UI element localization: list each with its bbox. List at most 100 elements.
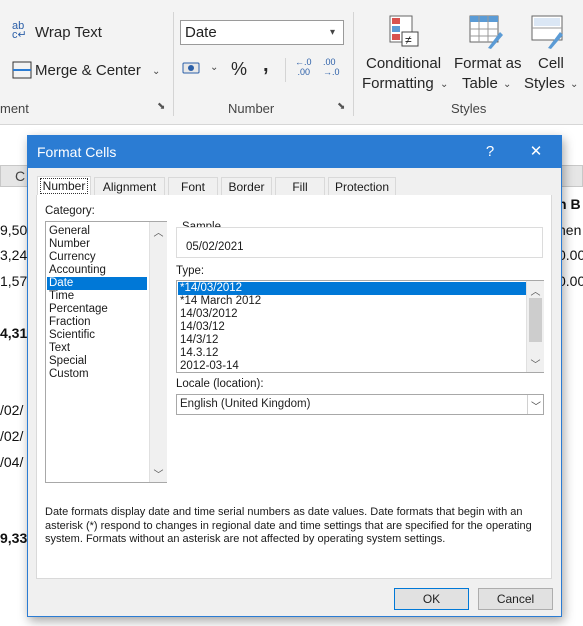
decrease-decimal-button[interactable]: .00 →.0 [323,57,345,81]
number-format-value: Date [185,24,217,41]
sheet-cell[interactable]: 3,24 [0,247,27,263]
help-button[interactable]: ? [480,143,500,160]
category-item-selected[interactable]: Date [47,277,147,290]
format-as-table-button[interactable]: Format as Table ⌄ [452,12,522,94]
category-item[interactable]: Percentage [47,303,147,316]
format-description: Date formats display date and time seria… [45,506,532,545]
scroll-up-icon[interactable]: ︿ [527,283,544,298]
sheet-cell[interactable]: /04/ [0,454,23,470]
sheet-cell[interactable]: 9,33 [0,530,27,546]
svg-text:≠: ≠ [405,33,412,47]
conditional-formatting-label-2: Formatting [362,75,434,92]
wrap-text-label: Wrap Text [35,24,102,41]
tab-alignment[interactable]: Alignment [94,177,165,195]
cell-styles-label-2: Styles [524,75,565,92]
close-button[interactable]: ✕ [526,142,546,160]
category-item[interactable]: Special [47,355,147,368]
category-item[interactable]: Accounting [47,264,147,277]
column-header-label: C [14,168,26,184]
chevron-down-icon: ﹀ [531,402,541,413]
category-item[interactable]: Number [47,238,147,251]
tab-label: Protection [334,180,390,194]
tab-label: Alignment [102,180,157,194]
alignment-dialog-launcher-icon[interactable]: ⬊ [157,101,165,112]
category-item[interactable]: Currency [47,251,147,264]
type-item[interactable]: 14.3.12 [178,347,526,360]
category-list[interactable]: General Number Currency Accounting Date … [45,221,167,483]
tab-protection[interactable]: Protection [328,177,396,195]
scroll-down-icon[interactable]: ﹀ [150,466,167,481]
category-label: Category: [45,205,95,217]
sheet-cell[interactable]: 9,50 [0,222,27,238]
chevron-down-icon: ⌄ [210,62,219,73]
chevron-down-icon: ▾ [330,27,336,38]
type-item[interactable]: 14/03/12 [178,321,526,334]
dialog-titlebar[interactable]: Format Cells ? ✕ [28,136,561,168]
category-item[interactable]: Time [47,290,147,303]
tab-font[interactable]: Font [168,177,218,195]
scroll-up-icon[interactable]: ︿ [150,224,167,239]
tab-label: Border [228,180,265,194]
decrease-decimal-icon: .00 →.0 [323,57,340,77]
number-dialog-launcher-icon[interactable]: ⬊ [337,101,345,112]
sheet-cell[interactable]: /02/ [0,428,23,444]
category-item[interactable]: Scientific [47,329,147,342]
tab-number[interactable]: Number [37,176,91,196]
type-scrollbar[interactable]: ︿ ﹀ [526,281,544,372]
sheet-cell[interactable]: 4,31 [0,325,27,341]
scroll-down-icon[interactable]: ﹀ [527,356,544,371]
sheet-cell[interactable]: 1,57 [0,273,27,289]
category-item[interactable]: Fraction [47,316,147,329]
cancel-label: Cancel [496,592,535,606]
sample-box: 05/02/2021 [176,227,543,258]
percent-style-button[interactable]: % [231,59,247,80]
group-separator [353,12,354,116]
sample-value: 05/02/2021 [186,241,244,253]
cancel-button[interactable]: Cancel [478,588,553,610]
dialog-title: Format Cells [37,144,117,160]
merge-center-button[interactable]: Merge & Center ⌄ [12,60,162,82]
chevron-down-icon: ⌄ [570,79,579,90]
locale-select[interactable]: English (United Kingdom) ﹀ [176,394,544,415]
cell-styles-button[interactable]: Cell Styles ⌄ [522,12,582,94]
category-item[interactable]: Text [47,342,147,355]
number-tab-panel: Category: General Number Currency Accoun… [36,195,552,579]
tab-fill[interactable]: Fill [275,177,325,195]
ok-label: OK [422,592,441,606]
alignment-group-label: ment [0,101,29,116]
merge-center-label: Merge & Center [35,62,141,79]
number-format-combo[interactable]: Date ▾ [180,20,344,45]
styles-group-label: Styles [451,101,487,116]
tab-label: Font [180,180,205,194]
wrap-text-button[interactable]: ab c↵ Wrap Text [12,20,132,44]
chevron-down-icon: ⌄ [503,79,512,90]
type-item[interactable]: 14/3/12 [178,334,526,347]
type-label: Type: [176,265,205,277]
conditional-formatting-label-1: Conditional [366,55,442,72]
locale-value: English (United Kingdom) [180,398,311,410]
type-item[interactable]: 2012-03-14 [178,360,526,373]
tab-border[interactable]: Border [221,177,272,195]
increase-decimal-button[interactable]: ←.0 .00 [295,57,317,81]
tab-label: Number [39,178,89,194]
chevron-down-icon: ⌄ [152,66,161,77]
category-item[interactable]: General [47,225,147,238]
comma-style-button[interactable]: , [263,54,269,77]
type-item[interactable]: *14 March 2012 [178,295,526,308]
accounting-format-button[interactable]: ⌄ [182,58,222,80]
conditional-formatting-button[interactable]: ≠ Conditional Formatting ⌄ [360,12,448,94]
type-list[interactable]: *14/03/2012 *14 March 2012 14/03/2012 14… [176,280,544,373]
tab-label: Fill [292,180,308,194]
type-item[interactable]: 14/03/2012 [178,308,526,321]
ok-button[interactable]: OK [394,588,469,610]
group-separator [173,12,174,116]
scrollbar-thumb[interactable] [529,298,542,342]
category-item[interactable]: Custom [47,368,147,381]
type-item-selected[interactable]: *14/03/2012 [178,282,526,295]
format-as-table-label-2: Table [462,75,498,92]
locale-dropdown-button[interactable]: ﹀ [527,395,544,414]
sheet-cell[interactable]: /02/ [0,402,23,418]
category-scrollbar[interactable]: ︿ ﹀ [149,222,167,482]
conditional-formatting-icon: ≠ [389,15,419,47]
wrap-text-icon: ab c↵ [12,20,27,41]
